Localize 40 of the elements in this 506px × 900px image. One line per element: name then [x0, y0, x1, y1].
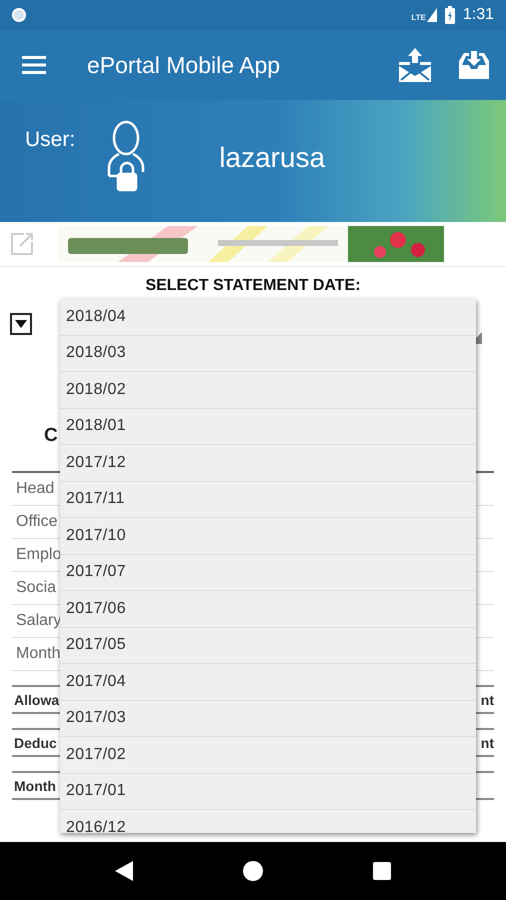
- date-option[interactable]: 2018/01: [60, 408, 476, 445]
- row-label: Office: [16, 513, 58, 531]
- date-option[interactable]: 2017/06: [60, 591, 476, 628]
- date-option[interactable]: 2017/07: [60, 554, 476, 591]
- inbox-download-button[interactable]: [458, 49, 490, 81]
- date-option[interactable]: 2017/03: [60, 700, 476, 737]
- row-label: Salary: [16, 612, 62, 630]
- network-label: LTE: [411, 13, 426, 22]
- row-label: Month: [14, 778, 56, 794]
- date-option[interactable]: 2017/02: [60, 737, 476, 774]
- statement-heading: C: [44, 425, 58, 446]
- column-label: nt: [480, 734, 494, 750]
- username: lazarusa: [219, 142, 326, 174]
- user-label: User:: [25, 128, 76, 152]
- app-title: ePortal Mobile App: [87, 52, 282, 78]
- send-mail-button[interactable]: [398, 48, 432, 82]
- column-label: nt: [480, 692, 494, 708]
- signal-icon: [426, 8, 437, 22]
- date-option[interactable]: 2017/11: [60, 482, 476, 518]
- row-label: Emplo: [16, 546, 62, 564]
- notification-icon: [12, 8, 26, 22]
- row-label: Head: [16, 480, 54, 498]
- date-option[interactable]: 2017/04: [60, 664, 476, 700]
- row-label: Month: [16, 645, 60, 663]
- row-label: Deduc: [14, 734, 57, 750]
- home-button[interactable]: [243, 861, 263, 881]
- menu-button[interactable]: [22, 56, 46, 74]
- clock: 1:31: [462, 6, 494, 24]
- battery-icon: [444, 6, 455, 24]
- date-option[interactable]: 2018/02: [60, 372, 476, 408]
- row-label: Allowa: [14, 692, 60, 708]
- date-option[interactable]: 2017/01: [60, 774, 476, 810]
- date-option[interactable]: 2017/05: [60, 628, 476, 664]
- date-option[interactable]: 2018/03: [60, 336, 476, 372]
- date-option[interactable]: 2018/04: [60, 299, 476, 336]
- section-title: SELECT STATEMENT DATE:: [144, 277, 362, 295]
- row-label: Socia: [16, 579, 56, 597]
- date-option[interactable]: 2017/12: [60, 445, 476, 482]
- back-button[interactable]: [115, 861, 133, 881]
- date-option[interactable]: 2017/10: [60, 518, 476, 554]
